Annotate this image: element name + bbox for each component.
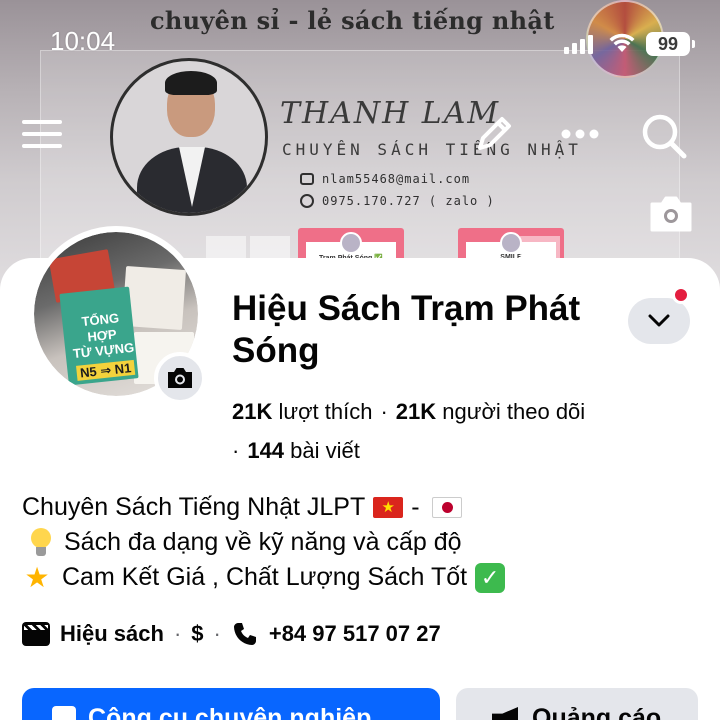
avatar-camera-button[interactable]	[154, 352, 206, 404]
more-options-icon[interactable]	[558, 122, 602, 146]
notification-dot	[672, 286, 690, 304]
posts-label: bài viết	[290, 438, 360, 463]
bio-line3-text: Cam Kết Giá , Chất Lượng Sách Tốt	[62, 563, 468, 591]
page-bio: Chuyên Sách Tiếng Nhật JLPT - Sách đa dạ…	[22, 490, 506, 595]
profile-menu-button[interactable]	[628, 298, 690, 344]
chevron-down-icon	[648, 314, 670, 327]
cover-signature: THANH LAM	[280, 96, 501, 131]
professional-tools-label: Công cụ chuyên nghiệp	[88, 704, 372, 720]
mail-icon	[300, 173, 314, 185]
posts-count: 144	[247, 438, 285, 463]
camera-icon	[168, 368, 192, 388]
bio-line2-text: Sách đa dạng về kỹ năng và cấp độ	[64, 528, 462, 556]
page-phone[interactable]: +84 97 517 07 27	[269, 621, 441, 647]
professional-tools-button[interactable]: Công cụ chuyên nghiệp	[22, 688, 440, 720]
price-range: $	[191, 621, 204, 646]
edit-pencil-icon[interactable]	[470, 110, 518, 158]
status-time: 10:04	[50, 26, 116, 56]
cover-phone-text: 0975.170.727 ( zalo )	[322, 194, 495, 208]
lightbulb-icon	[28, 527, 54, 558]
bio-line1-sep: -	[411, 493, 420, 521]
bio-line1-text: Chuyên Sách Tiếng Nhật JLPT	[22, 493, 366, 521]
bio-line: Sách đa dạng về kỹ năng và cấp độ	[22, 525, 505, 560]
advertise-label: Quảng cáo	[532, 704, 662, 720]
followers-label: người theo dõi	[442, 399, 586, 424]
likes-count: 21K	[232, 399, 273, 424]
cover-portrait	[110, 58, 268, 216]
followers-count: 21K	[395, 399, 437, 424]
advertise-button[interactable]: Quảng cáo	[456, 688, 698, 720]
bio-line: ★ Cam Kết Giá , Chất Lượng Sách Tốt ✓	[22, 560, 506, 595]
wifi-icon	[609, 33, 635, 52]
check-mark-icon: ✓	[475, 562, 506, 593]
phone-icon	[233, 623, 256, 645]
posts-stat: · 144 bài viết	[232, 438, 360, 463]
cellular-signal-icon	[564, 34, 593, 54]
likes-label: lượt thích	[278, 399, 373, 424]
page-category[interactable]: Hiệu sách	[60, 621, 164, 647]
menu-icon[interactable]	[20, 112, 64, 156]
bio-line: Chuyên Sách Tiếng Nhật JLPT -	[22, 490, 505, 525]
cover-tagline: CHUYÊN SÁCH TIẾNG NHẬT	[282, 140, 582, 159]
cover-email: nlam55468@mail.com	[300, 172, 470, 186]
phone-icon	[300, 194, 314, 208]
page-info-row: Hiệu sách · $ · +84 97 517 07 27	[22, 620, 441, 648]
avatar-book-title: TỔNG HỢP TỪ VỰNG N5 ⇒ N1	[72, 310, 135, 382]
toolbox-icon	[52, 706, 76, 720]
cover-phone: 0975.170.727 ( zalo )	[300, 194, 495, 208]
glowing-star-icon: ★	[24, 562, 50, 593]
japan-flag-icon	[431, 497, 462, 518]
battery-icon: 99	[646, 32, 695, 56]
cover-email-text: nlam55468@mail.com	[322, 172, 471, 186]
page-title: Hiệu Sách Trạm Phát Sóng	[232, 289, 581, 370]
search-icon[interactable]	[638, 110, 690, 162]
cover-heading: chuyên sỉ - lẻ sách tiếng nhật	[150, 6, 555, 35]
vietnam-flag-icon	[373, 497, 404, 518]
megaphone-icon	[492, 707, 518, 720]
cover-camera-icon[interactable]	[648, 194, 694, 234]
category-icon	[22, 622, 50, 646]
page-stats: 21K lượt thích · 21K người theo dõi	[232, 399, 586, 424]
